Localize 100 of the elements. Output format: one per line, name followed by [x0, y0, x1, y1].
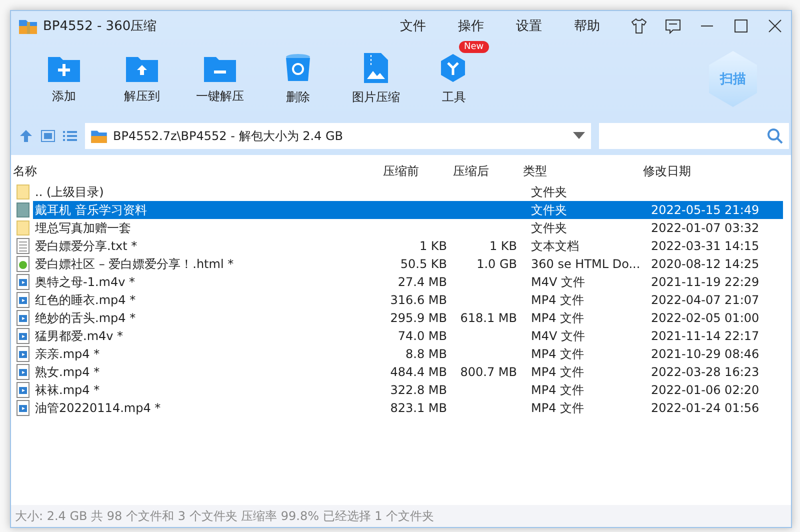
file-name: 爱白嫖社区 – 爱白嫖爱分享！.html *: [34, 256, 234, 273]
recycle-bin-icon: [285, 52, 311, 82]
image-file-icon: [364, 52, 388, 82]
type-cell: MP4 文件: [531, 365, 584, 379]
type-cell: M4V 文件: [531, 329, 586, 343]
size-cell: 74.0 MB: [398, 329, 447, 343]
video-file-icon: [16, 400, 30, 416]
file-row[interactable]: 埋总写真加赠一套 文件夹 2022-01-07 03:32: [33, 219, 783, 237]
size-cell: 322.8 MB: [390, 383, 447, 397]
toolbar-button[interactable]: 解压到: [103, 54, 181, 104]
date-cell: 2021-10-29 08:46: [651, 347, 760, 361]
address-bar[interactable]: BP4552.7z\BP4552 - 解包大小为 2.4 GB: [85, 123, 591, 149]
file-name: .. (上级目录): [34, 184, 104, 201]
date-cell: 2021-11-19 22:29: [651, 275, 760, 289]
file-row[interactable]: 绝妙的舌头.mp4 * 295.9 MB 618.1 MB MP4 文件 2022-02-05 01:00: [33, 309, 783, 327]
column-header[interactable]: 修改日期: [641, 162, 781, 180]
date-cell: 2020-08-12 14:25: [651, 257, 760, 271]
menu-item[interactable]: 设置: [503, 17, 555, 35]
file-row[interactable]: 亲亲.mp4 * 8.8 MB MP4 文件 2021-10-29 08:46: [33, 345, 783, 363]
file-row[interactable]: 熟女.mp4 * 484.4 MB 800.7 MB MP4 文件 2022-03-28 16:23: [33, 363, 783, 381]
file-row[interactable]: 奥特之母-1.m4v * 27.4 MB M4V 文件 2021-11-19 22:29: [33, 273, 783, 291]
menu-item[interactable]: 操作: [445, 17, 497, 35]
file-name: 爱白嫖爱分享.txt *: [34, 238, 138, 255]
menu-item[interactable]: 文件: [387, 17, 439, 35]
video-file-icon: [16, 328, 30, 344]
file-row[interactable]: 爱白嫖爱分享.txt * 1 KB 1 KB 文本文档 2022-03-31 14:15: [33, 237, 783, 255]
close-icon[interactable]: [767, 18, 783, 34]
search-field[interactable]: [599, 123, 789, 149]
message-icon[interactable]: [665, 18, 681, 34]
up-arrow-icon[interactable]: [19, 129, 33, 143]
toolbar-button[interactable]: 工具: [415, 52, 493, 106]
date-cell: 2021-11-14 22:17: [651, 329, 760, 343]
size-cell: 8.8 MB: [406, 347, 447, 361]
menu-item[interactable]: 帮助: [561, 17, 613, 35]
column-header[interactable]: 压缩后: [451, 162, 521, 180]
file-name: 绝妙的舌头.mp4 *: [34, 310, 136, 327]
date-cell: 2022-05-15 21:49: [651, 203, 760, 217]
dropdown-caret-icon[interactable]: [573, 132, 585, 140]
packed-size-cell: 1 KB: [489, 239, 517, 253]
type-cell: 360 se HTML Do...: [531, 257, 640, 271]
preview-icon[interactable]: [41, 130, 55, 142]
packed-size-cell: 618.1 MB: [460, 311, 517, 325]
shirt-icon[interactable]: [631, 18, 647, 34]
packed-size-cell: 800.7 MB: [460, 365, 517, 379]
archive-icon: [91, 129, 107, 143]
size-cell: 27.4 MB: [398, 275, 447, 289]
file-name: 奥特之母-1.m4v *: [34, 274, 136, 291]
type-cell: 文件夹: [531, 203, 567, 217]
file-row[interactable]: 爱白嫖社区 – 爱白嫖爱分享！.html * 50.5 KB 1.0 GB 360 se HTML Do... 2020-08-12 14:25: [33, 255, 783, 273]
date-cell: 2022-01-24 01:56: [651, 401, 760, 415]
toolbar-button[interactable]: 删除: [259, 52, 337, 106]
type-cell: MP4 文件: [531, 311, 584, 325]
toolbar-button[interactable]: 图片压缩: [337, 52, 415, 106]
video-file-icon: [16, 274, 30, 290]
file-name: 袜袜.mp4 *: [34, 382, 100, 399]
window-title: BP4552 - 360压缩: [43, 18, 158, 35]
date-cell: 2022-03-31 14:15: [651, 239, 760, 253]
text-file-icon: [16, 238, 30, 254]
maximize-icon[interactable]: [733, 18, 749, 34]
date-cell: 2022-02-05 01:00: [651, 311, 760, 325]
list-view-icon[interactable]: [63, 130, 77, 142]
file-row[interactable]: 戴耳机 音乐学习资料 文件夹 2022-05-15 21:49: [33, 201, 783, 219]
size-cell: 1 KB: [419, 239, 447, 253]
file-name: 亲亲.mp4 *: [34, 346, 100, 363]
video-file-icon: [16, 346, 30, 362]
type-cell: 文本文档: [531, 239, 579, 253]
file-row[interactable]: 袜袜.mp4 * 322.8 MB MP4 文件 2022-01-06 02:20: [33, 381, 783, 399]
archive-icon: [19, 18, 37, 34]
folder-icon: [16, 220, 30, 236]
file-row[interactable]: 猛男都爱.m4v * 74.0 MB M4V 文件 2021-11-14 22:17: [33, 327, 783, 345]
column-header[interactable]: 压缩前: [381, 162, 451, 180]
video-file-icon: [16, 364, 30, 380]
file-name: 戴耳机 音乐学习资料: [34, 202, 147, 219]
type-cell: 文件夹: [531, 185, 567, 199]
file-row[interactable]: .. (上级目录) 文件夹: [33, 183, 783, 201]
toolbar-button[interactable]: 一键解压: [181, 54, 259, 104]
column-header[interactable]: 类型: [521, 162, 641, 180]
date-cell: 2022-01-07 03:32: [651, 221, 760, 235]
date-cell: 2022-04-07 21:07: [651, 293, 760, 307]
toolbar-button[interactable]: 添加: [25, 54, 103, 104]
file-name: 猛男都爱.m4v *: [34, 328, 124, 345]
folder-icon: [16, 184, 30, 200]
column-header[interactable]: 名称: [11, 162, 381, 180]
date-cell: 2022-01-06 02:20: [651, 383, 760, 397]
web-file-icon: [16, 256, 30, 272]
file-name: 埋总写真加赠一套: [34, 220, 131, 237]
date-cell: 2022-03-28 16:23: [651, 365, 760, 379]
packed-size-cell: 1.0 GB: [476, 257, 517, 271]
status-bar: 大小: 2.4 GB 共 98 个文件和 3 个文件夹 压缩率 99.8% 已经选择 1 个文件夹: [11, 505, 791, 527]
folder-icon: [16, 202, 30, 218]
video-file-icon: [16, 310, 30, 326]
file-row[interactable]: 红色的睡衣.mp4 * 316.6 MB MP4 文件 2022-04-07 21:07: [33, 291, 783, 309]
size-cell: 316.6 MB: [390, 293, 447, 307]
new-badge: New: [459, 40, 489, 52]
file-row[interactable]: 油管20220114.mp4 * 823.1 MB MP4 文件 2022-01-24 01:56: [33, 399, 783, 417]
type-cell: MP4 文件: [531, 293, 584, 307]
size-cell: 484.4 MB: [390, 365, 447, 379]
file-name: 红色的睡衣.mp4 *: [34, 292, 136, 309]
type-cell: MP4 文件: [531, 347, 584, 361]
video-file-icon: [16, 292, 30, 308]
